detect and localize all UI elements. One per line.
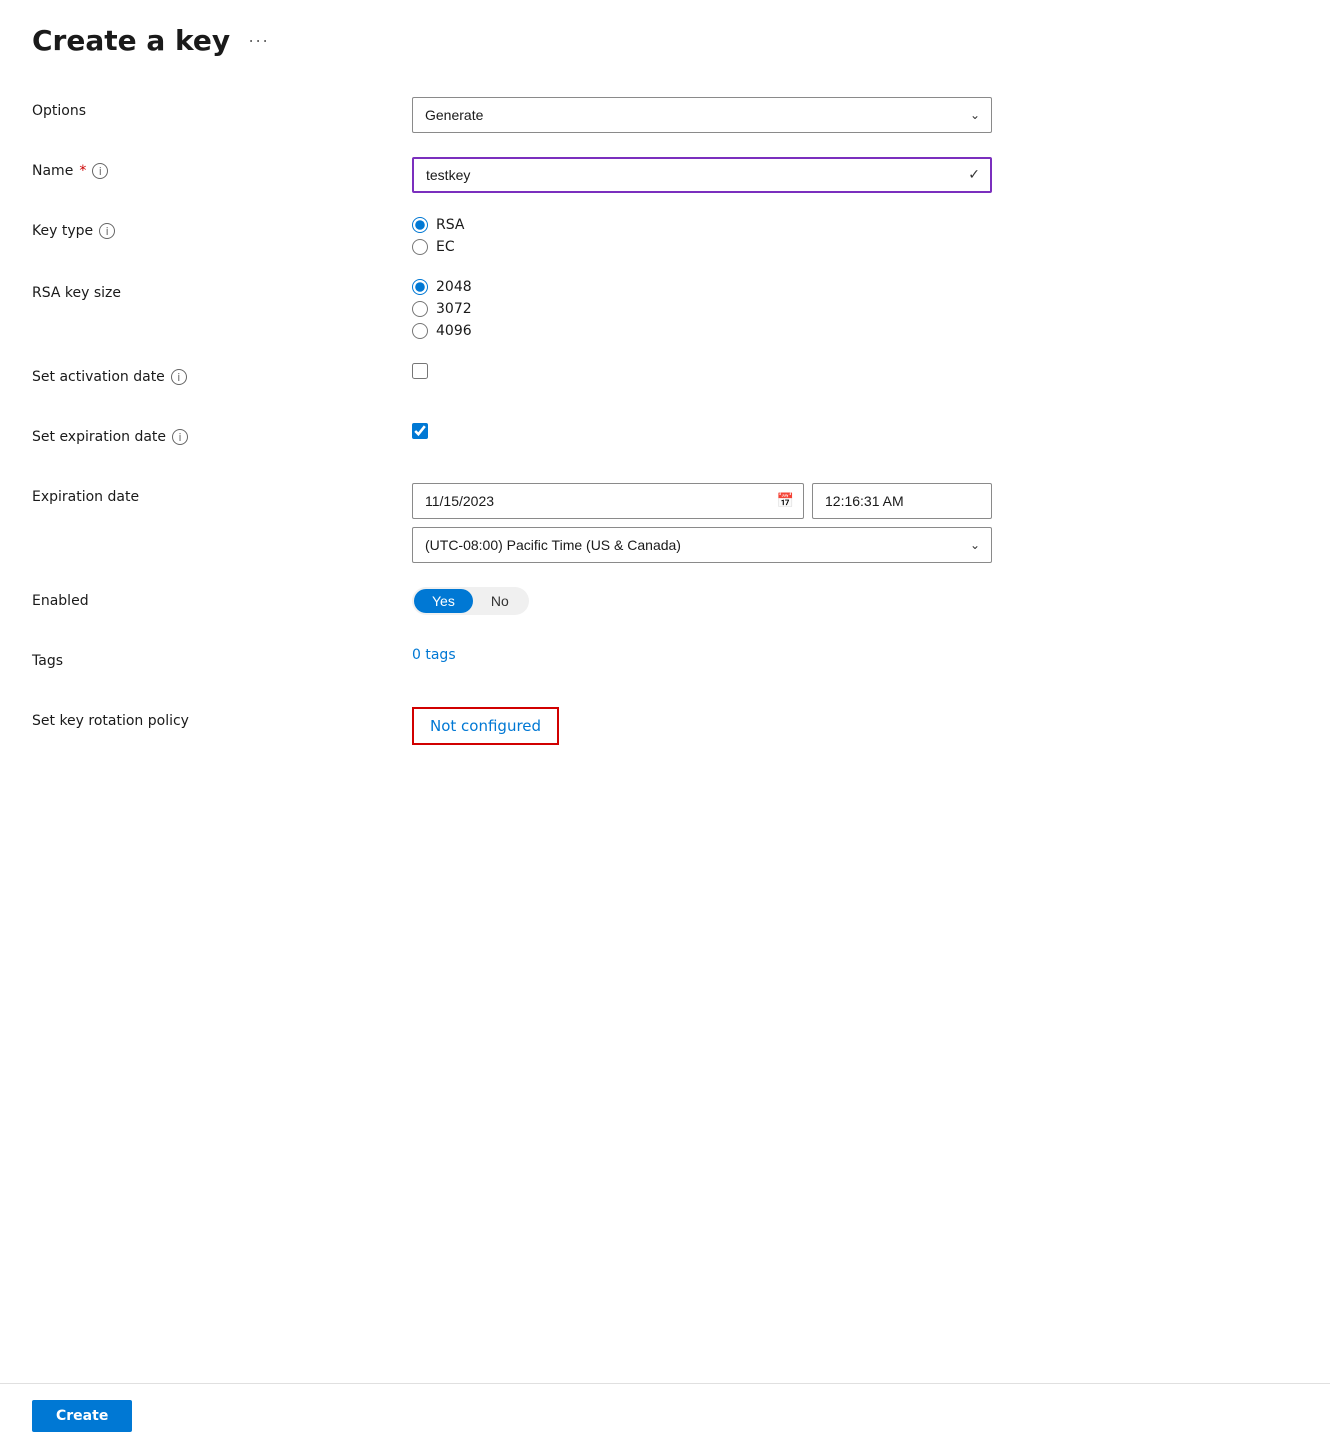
date-input[interactable] <box>412 483 804 519</box>
enabled-label: Enabled <box>32 587 412 609</box>
name-input[interactable] <box>412 157 992 193</box>
activation-date-info-icon[interactable]: i <box>171 369 187 385</box>
expiration-date-value-row: Expiration date 📅 (UTC-08:00) Pacific Ti… <box>32 483 1298 563</box>
key-type-ec-radio[interactable] <box>412 239 428 255</box>
timezone-select-wrapper: (UTC-08:00) Pacific Time (US & Canada) (… <box>412 527 992 563</box>
rsa-size-2048-radio[interactable] <box>412 279 428 295</box>
page-title: Create a key <box>32 24 230 57</box>
expiration-date-control <box>412 423 992 439</box>
enabled-row: Enabled Yes No <box>32 587 1298 623</box>
rsa-size-4096-radio[interactable] <box>412 323 428 339</box>
rotation-policy-row: Set key rotation policy Not configured <box>32 707 1298 745</box>
expiration-date-group: 📅 (UTC-08:00) Pacific Time (US & Canada)… <box>412 483 992 563</box>
rotation-policy-label: Set key rotation policy <box>32 707 412 729</box>
rsa-key-size-radio-group: 2048 3072 4096 <box>412 279 992 339</box>
tags-link[interactable]: 0 tags <box>412 647 456 663</box>
options-label: Options <box>32 97 412 119</box>
expiration-date-checkbox[interactable] <box>412 423 428 439</box>
rsa-size-4096-item[interactable]: 4096 <box>412 323 992 339</box>
rsa-size-3072-item[interactable]: 3072 <box>412 301 992 317</box>
rsa-key-size-label: RSA key size <box>32 279 412 301</box>
name-label: Name * i <box>32 157 412 179</box>
name-control: ✓ <box>412 157 992 193</box>
enabled-no-button[interactable]: No <box>473 589 527 613</box>
expiration-date-value-label: Expiration date <box>32 483 412 505</box>
activation-date-checkbox-item[interactable] <box>412 363 992 379</box>
enabled-toggle-pill: Yes No <box>412 587 529 615</box>
rsa-key-size-control: 2048 3072 4096 <box>412 279 992 339</box>
expiration-date-info-icon[interactable]: i <box>172 429 188 445</box>
rsa-size-4096-label: 4096 <box>436 323 472 339</box>
tags-row: Tags 0 tags <box>32 647 1298 683</box>
options-row: Options Generate Import Restore from bac… <box>32 97 1298 133</box>
enabled-toggle-group: Yes No <box>412 587 992 615</box>
more-options-button[interactable]: ··· <box>242 26 275 55</box>
form-container: Options Generate Import Restore from bac… <box>0 73 1330 1383</box>
enabled-control: Yes No <box>412 587 992 615</box>
tags-label: Tags <box>32 647 412 669</box>
key-type-label: Key type i <box>32 217 412 239</box>
rotation-policy-control: Not configured <box>412 707 992 745</box>
rsa-size-3072-radio[interactable] <box>412 301 428 317</box>
options-control: Generate Import Restore from backup ⌄ <box>412 97 992 133</box>
tags-control: 0 tags <box>412 647 992 663</box>
expiration-date-value-control: 📅 (UTC-08:00) Pacific Time (US & Canada)… <box>412 483 992 563</box>
page-footer: Create <box>0 1383 1330 1448</box>
name-input-wrapper: ✓ <box>412 157 992 193</box>
name-row: Name * i ✓ <box>32 157 1298 193</box>
activation-date-label: Set activation date i <box>32 363 412 385</box>
rsa-size-3072-label: 3072 <box>436 301 472 317</box>
key-type-ec-item[interactable]: EC <box>412 239 992 255</box>
name-check-icon: ✓ <box>968 167 980 183</box>
rsa-size-2048-item[interactable]: 2048 <box>412 279 992 295</box>
key-type-rsa-radio[interactable] <box>412 217 428 233</box>
rsa-size-2048-label: 2048 <box>436 279 472 295</box>
date-input-wrapper: 📅 <box>412 483 804 519</box>
name-info-icon[interactable]: i <box>92 163 108 179</box>
key-type-rsa-label: RSA <box>436 217 464 233</box>
page-header: Create a key ··· <box>0 0 1330 73</box>
expiration-date-checkbox-item[interactable] <box>412 423 992 439</box>
key-type-control: RSA EC <box>412 217 992 255</box>
key-type-radio-group: RSA EC <box>412 217 992 255</box>
expiration-date-row-inputs: 📅 <box>412 483 992 519</box>
page-wrapper: Create a key ··· Options Generate Import… <box>0 0 1330 1448</box>
key-type-info-icon[interactable]: i <box>99 223 115 239</box>
options-select[interactable]: Generate Import Restore from backup <box>412 97 992 133</box>
options-select-wrapper: Generate Import Restore from backup ⌄ <box>412 97 992 133</box>
expiration-date-set-label: Set expiration date i <box>32 423 412 445</box>
timezone-select[interactable]: (UTC-08:00) Pacific Time (US & Canada) (… <box>412 527 992 563</box>
activation-date-control <box>412 363 992 379</box>
time-input[interactable] <box>812 483 992 519</box>
activation-date-checkbox[interactable] <box>412 363 428 379</box>
enabled-yes-button[interactable]: Yes <box>414 589 473 613</box>
create-button[interactable]: Create <box>32 1400 132 1432</box>
required-star: * <box>79 163 86 179</box>
key-type-rsa-item[interactable]: RSA <box>412 217 992 233</box>
key-type-row: Key type i RSA EC <box>32 217 1298 255</box>
expiration-date-row: Set expiration date i <box>32 423 1298 459</box>
activation-date-row: Set activation date i <box>32 363 1298 399</box>
not-configured-button[interactable]: Not configured <box>412 707 559 745</box>
key-type-ec-label: EC <box>436 239 455 255</box>
rsa-key-size-row: RSA key size 2048 3072 4096 <box>32 279 1298 339</box>
